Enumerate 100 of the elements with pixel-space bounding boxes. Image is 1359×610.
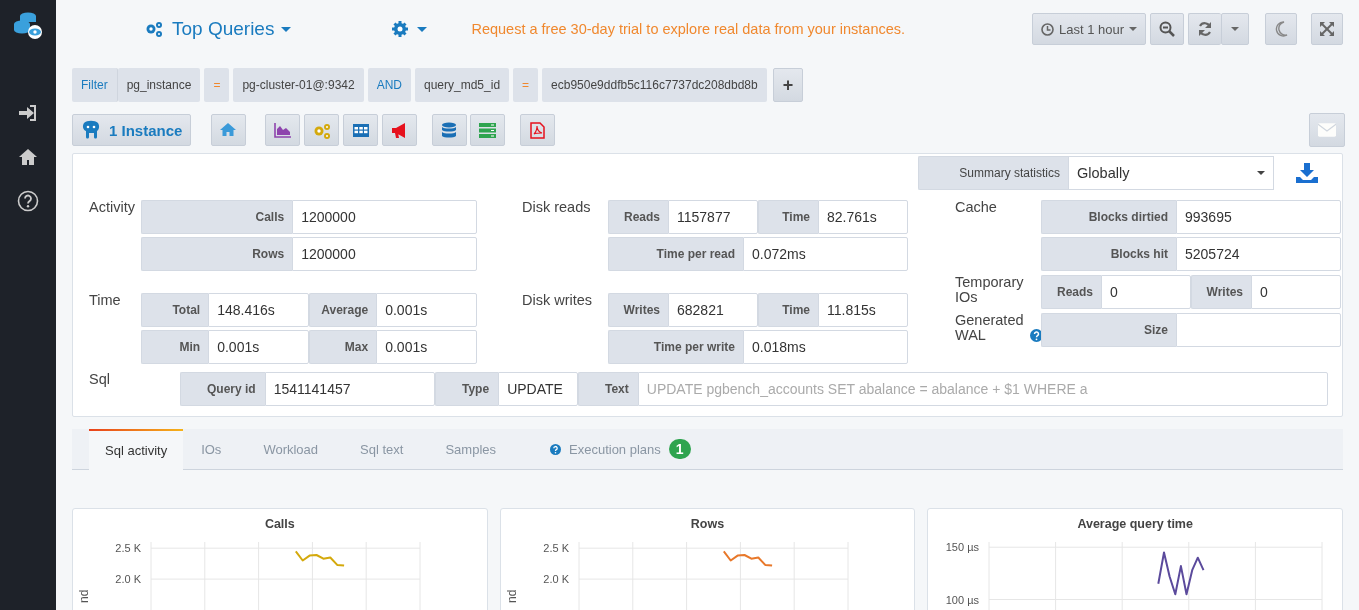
field-label: Blocks dirtied — [1041, 200, 1176, 234]
table-button[interactable] — [343, 114, 379, 146]
caret-icon — [1129, 27, 1137, 31]
zoom-out-button[interactable] — [1150, 13, 1184, 45]
y-tick-label: 2.0 K — [115, 573, 141, 586]
field-label: Time per read — [608, 237, 743, 271]
value-field[interactable] — [1176, 313, 1341, 347]
summary-scope-dropdown[interactable]: Globally — [1068, 156, 1274, 190]
home-icon[interactable] — [18, 148, 38, 166]
help-icon[interactable] — [17, 190, 39, 212]
field-label: Writes — [608, 293, 668, 327]
theme-button[interactable] — [1265, 13, 1297, 45]
moon-icon — [1274, 21, 1288, 37]
y-axis-label: nd — [77, 589, 91, 603]
value-field[interactable]: 0.072ms — [743, 237, 908, 271]
value-field[interactable]: 148.416s — [208, 293, 309, 327]
zoom-out-icon — [1159, 21, 1175, 37]
value-field[interactable]: 0.001s — [376, 293, 477, 327]
value-field[interactable]: 0 — [1251, 275, 1341, 309]
page-menu-button[interactable]: Top Queries — [145, 18, 292, 40]
servers-button[interactable] — [470, 114, 506, 146]
area-chart-button[interactable] — [265, 114, 301, 146]
filter-value[interactable]: pg-cluster-01@:9342 — [233, 68, 364, 102]
chart-title: Average query time — [1076, 517, 1194, 533]
filter-field[interactable]: query_md5_id — [415, 68, 510, 102]
caret-icon — [1257, 171, 1265, 175]
home-icon — [220, 121, 238, 139]
gears-icon — [145, 19, 165, 39]
tab[interactable]: Sql activity — [89, 429, 184, 470]
time-range-button[interactable]: Last 1 hour — [1031, 13, 1146, 45]
refresh-button[interactable] — [1188, 13, 1221, 45]
value-field[interactable]: 82.761s — [818, 200, 908, 234]
value-field[interactable]: 1541141457 — [264, 372, 435, 406]
value-field[interactable]: 1200000 — [292, 200, 477, 234]
y-tick-label: 150 µs — [946, 541, 980, 554]
value-field[interactable]: UPDATE — [498, 372, 578, 406]
series-line — [294, 550, 346, 567]
server-icon — [479, 121, 497, 139]
group-title: Cache — [955, 200, 997, 215]
group-title: Disk writes — [522, 293, 593, 308]
field-label: Min — [141, 330, 209, 364]
value-field[interactable]: 1157877 — [668, 200, 758, 234]
y-tick-label: 2.5 K — [542, 542, 569, 555]
expand-icon — [1320, 22, 1334, 36]
filter-value[interactable]: ecb950e9ddfb5c116c7737dc208dbd8b — [542, 68, 767, 102]
field-label: Time per write — [608, 330, 743, 364]
y-axis-label: nd — [504, 589, 519, 603]
group-title: Activity — [89, 200, 135, 215]
value-field[interactable]: 1200000 — [292, 237, 477, 271]
field-label: Text — [578, 372, 638, 406]
field-label: Max — [309, 330, 377, 364]
field-label: Reads — [1041, 275, 1101, 309]
alerts-button[interactable] — [382, 114, 418, 146]
field-label: Type — [435, 372, 499, 406]
clock-icon — [1040, 22, 1054, 36]
value-field[interactable]: 5205724 — [1176, 237, 1341, 271]
field-label: Total — [141, 293, 209, 327]
pdf-export-button[interactable] — [520, 114, 556, 146]
y-tick-label: 2.5 K — [115, 542, 141, 555]
value-field[interactable]: 0.018ms — [743, 330, 908, 364]
chart-title: Rows — [689, 517, 726, 533]
summary-statistics-label: Summary statistics — [918, 156, 1068, 190]
filter-field[interactable]: pg_instance — [117, 68, 201, 102]
chart-title: Calls — [263, 517, 296, 533]
filter-conjunction[interactable]: AND — [367, 68, 411, 102]
caret-icon — [281, 26, 292, 32]
field-label: Blocks hit — [1041, 237, 1176, 271]
add-filter-button[interactable]: + — [772, 68, 804, 102]
sign-in-icon[interactable] — [18, 104, 38, 122]
group-title: Time — [89, 293, 121, 308]
refresh-icon — [1197, 21, 1213, 37]
area-chart-icon — [274, 121, 292, 139]
settings-icon — [391, 20, 410, 38]
caret-icon — [1231, 27, 1239, 31]
value-field[interactable]: 682821 — [668, 293, 758, 327]
pdf-file-icon — [529, 121, 547, 139]
value-field[interactable]: 993695 — [1176, 200, 1341, 234]
value-field[interactable]: 0.001s — [208, 330, 309, 364]
series-line — [1157, 551, 1205, 596]
fullscreen-button[interactable] — [1311, 13, 1343, 45]
value-field[interactable]: 0.001s — [376, 330, 477, 364]
filter-label: Filter — [72, 68, 118, 102]
home-button[interactable] — [211, 114, 247, 146]
settings-menu-button[interactable] — [391, 20, 428, 38]
database-button[interactable] — [432, 114, 468, 146]
value-field[interactable]: 11.815s — [818, 293, 908, 327]
database-icon — [441, 121, 459, 139]
download-icon[interactable] — [1296, 163, 1318, 183]
field-label: Time — [758, 293, 818, 327]
logo-icon[interactable] — [12, 10, 44, 40]
trial-notice: Request a free 30-day trial to explore real data from your instances. — [471, 21, 906, 37]
help-icon[interactable] — [1029, 329, 1043, 342]
group-title: Temporary IOs — [955, 275, 1025, 305]
table-icon — [352, 121, 370, 139]
field-label: Size — [1041, 313, 1176, 347]
y-tick-label: 100 µs — [946, 593, 980, 606]
field-label: Time — [758, 200, 818, 234]
series-line — [722, 550, 773, 567]
value-field[interactable]: 0 — [1101, 275, 1191, 309]
y-tick-label: 2.0 K — [542, 573, 569, 586]
